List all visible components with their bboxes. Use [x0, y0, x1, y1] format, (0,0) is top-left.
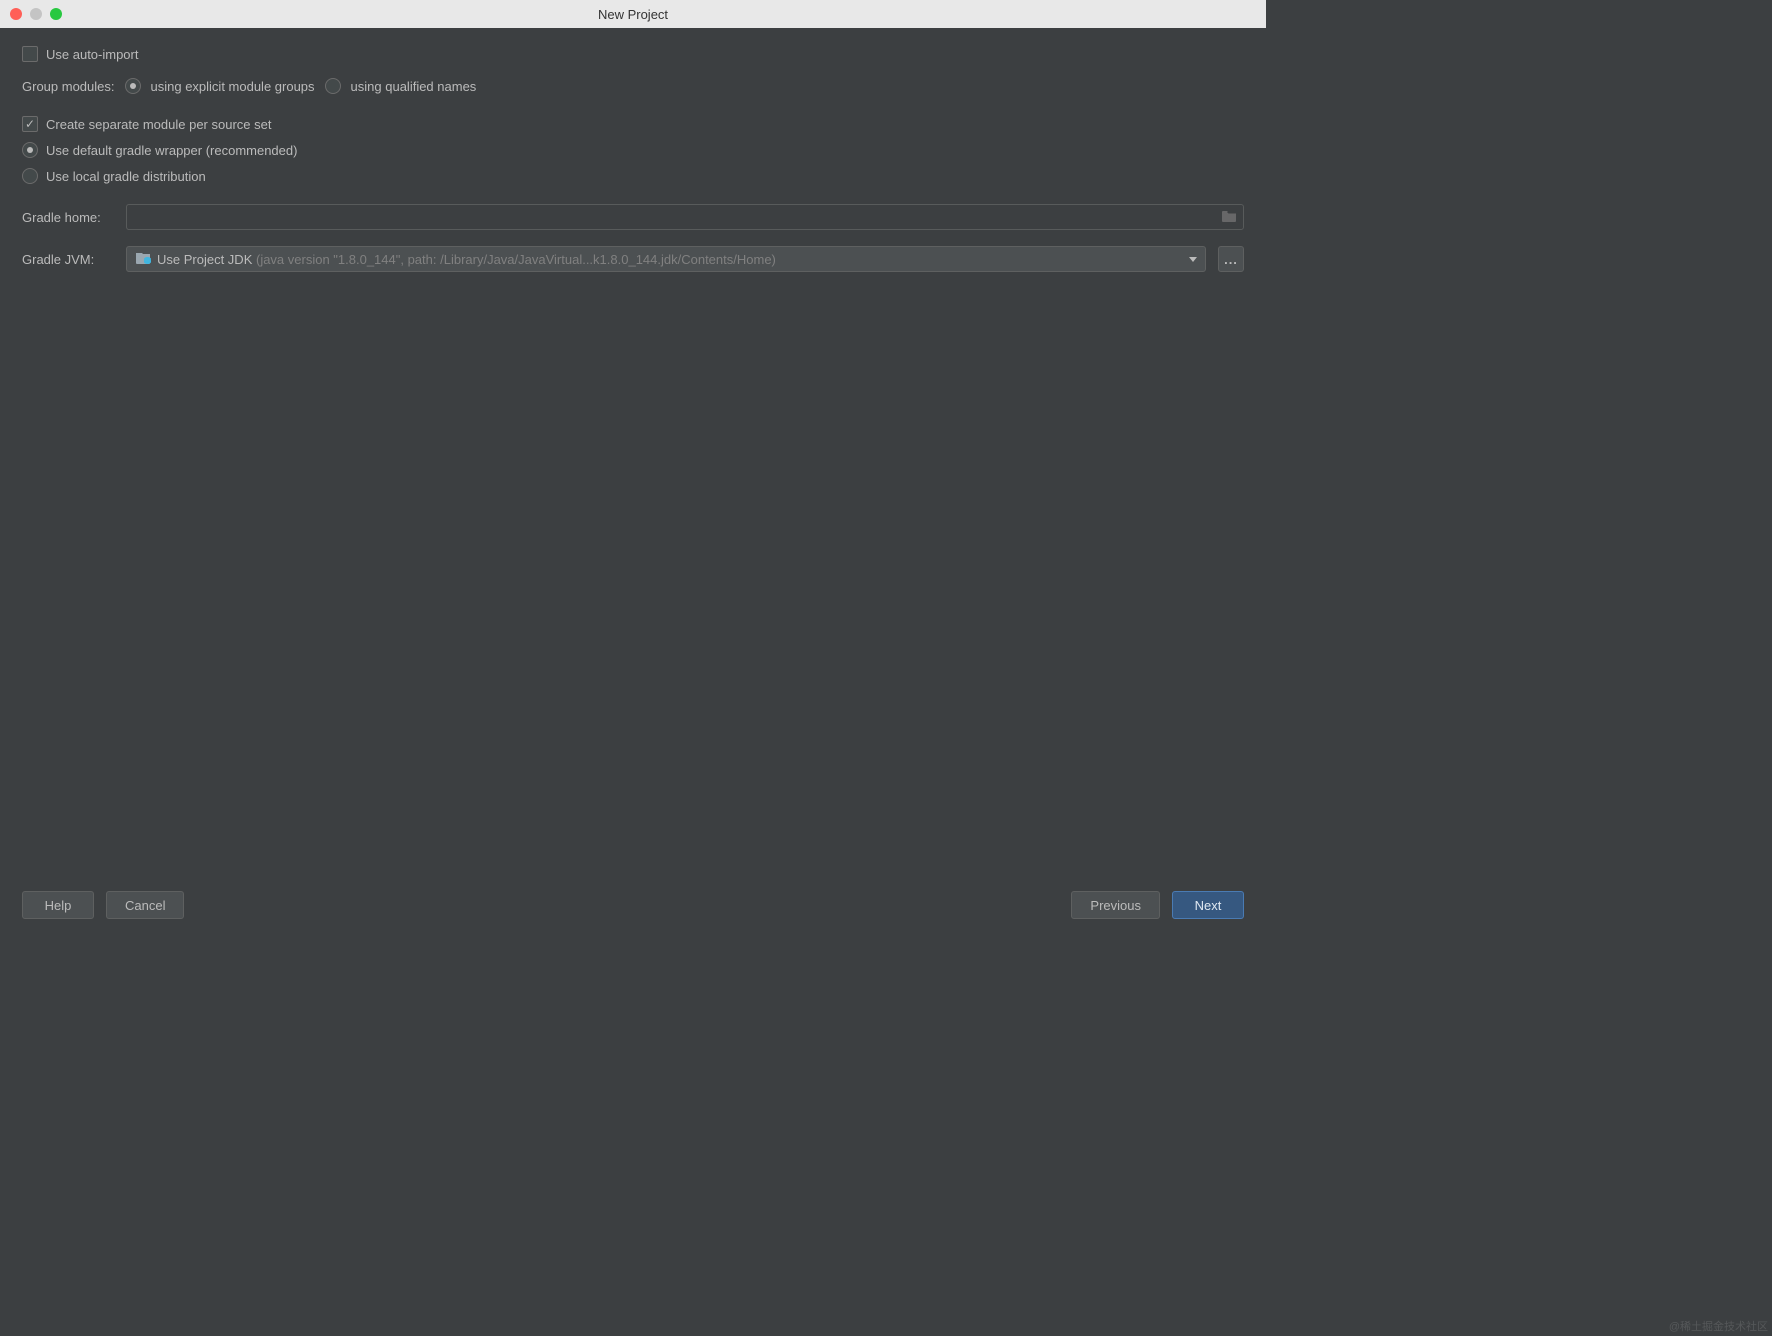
group-qualified-label: using qualified names	[351, 79, 477, 94]
minimize-window-button[interactable]	[30, 8, 42, 20]
separate-module-checkbox[interactable]	[22, 116, 38, 132]
gradle-jvm-text: Use Project JDK (java version "1.8.0_144…	[157, 252, 776, 267]
titlebar: New Project	[0, 0, 1266, 28]
spacer	[22, 288, 1244, 891]
gradle-home-row: Gradle home:	[22, 204, 1244, 230]
gradle-home-label: Gradle home:	[22, 210, 114, 225]
traffic-lights	[10, 8, 62, 20]
gradle-jvm-selected: Use Project JDK	[157, 252, 252, 267]
chevron-down-icon	[1189, 257, 1197, 262]
group-qualified-radio[interactable]	[325, 78, 341, 94]
auto-import-row: Use auto-import	[22, 46, 1244, 62]
jdk-icon	[135, 251, 151, 268]
gradle-jvm-row: Gradle JVM: Use Project JDK (java versio…	[22, 246, 1244, 272]
auto-import-checkbox[interactable]	[22, 46, 38, 62]
wrapper-local-radio[interactable]	[22, 168, 38, 184]
auto-import-label: Use auto-import	[46, 47, 138, 62]
next-button[interactable]: Next	[1172, 891, 1244, 919]
gradle-jvm-dropdown[interactable]: Use Project JDK (java version "1.8.0_144…	[126, 246, 1206, 272]
new-project-window: New Project Use auto-import Group module…	[0, 0, 1266, 955]
dialog-footer: Help Cancel Previous Next	[22, 891, 1244, 937]
footer-right: Previous Next	[1071, 891, 1244, 919]
dialog-content: Use auto-import Group modules: using exp…	[0, 28, 1266, 955]
gradle-home-field[interactable]	[126, 204, 1244, 230]
close-window-button[interactable]	[10, 8, 22, 20]
wrapper-default-label: Use default gradle wrapper (recommended)	[46, 143, 297, 158]
gradle-jvm-browse-button[interactable]: ...	[1218, 246, 1244, 272]
help-button[interactable]: Help	[22, 891, 94, 919]
watermark: @稀土掘金技术社区	[1669, 1318, 1768, 1334]
separate-module-row: Create separate module per source set	[22, 116, 1244, 132]
maximize-window-button[interactable]	[50, 8, 62, 20]
wrapper-default-radio[interactable]	[22, 142, 38, 158]
gradle-jvm-label: Gradle JVM:	[22, 252, 114, 267]
footer-left: Help Cancel	[22, 891, 184, 919]
cancel-button[interactable]: Cancel	[106, 891, 184, 919]
group-modules-row: Group modules: using explicit module gro…	[22, 78, 1244, 94]
gradle-jvm-detail: (java version "1.8.0_144", path: /Librar…	[252, 252, 776, 267]
previous-button[interactable]: Previous	[1071, 891, 1160, 919]
separate-module-label: Create separate module per source set	[46, 117, 271, 132]
wrapper-local-label: Use local gradle distribution	[46, 169, 206, 184]
window-title: New Project	[10, 7, 1256, 22]
group-explicit-radio[interactable]	[125, 78, 141, 94]
wrapper-default-row: Use default gradle wrapper (recommended)	[22, 142, 1244, 158]
folder-icon[interactable]	[1221, 209, 1237, 225]
wrapper-local-row: Use local gradle distribution	[22, 168, 1244, 184]
group-explicit-label: using explicit module groups	[151, 79, 315, 94]
group-modules-label: Group modules:	[22, 79, 115, 94]
